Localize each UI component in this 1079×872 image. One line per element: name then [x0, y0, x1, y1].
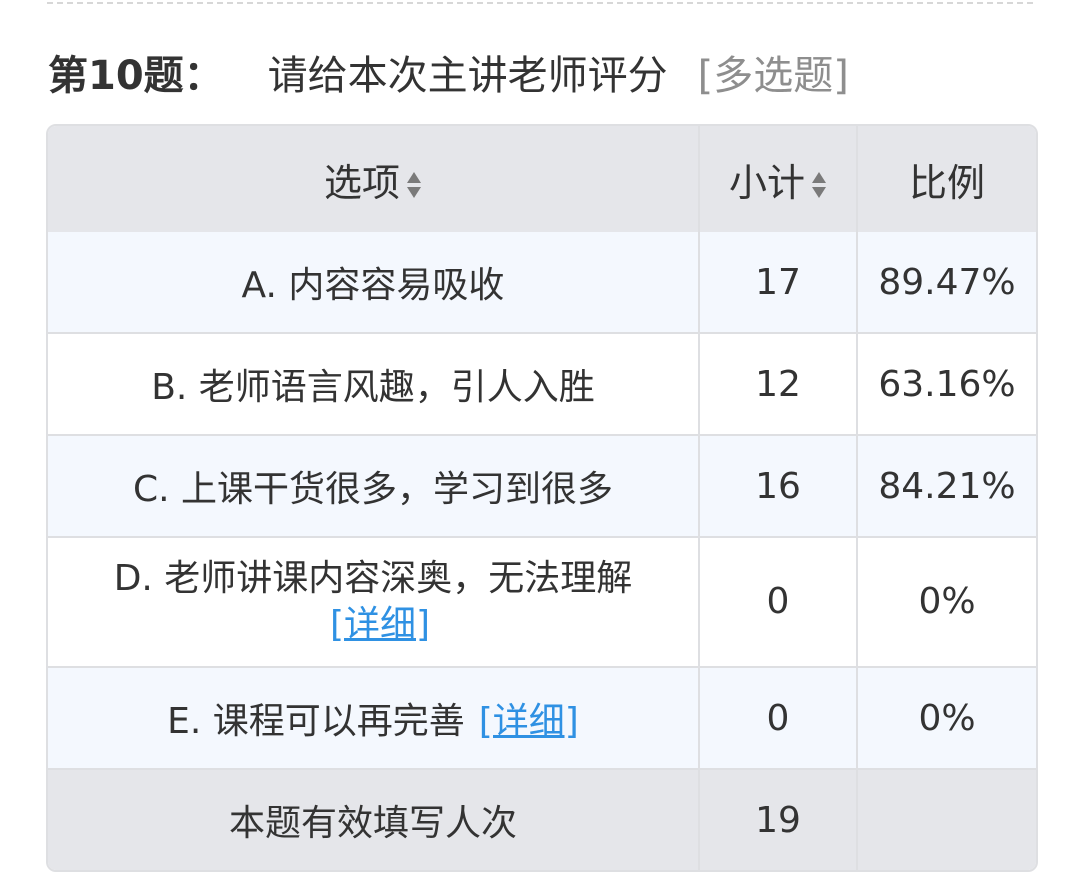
top-divider	[47, 2, 1033, 4]
sort-icon[interactable]	[811, 168, 827, 202]
option-label: E. 课程可以再完善	[167, 701, 465, 742]
question-number: 第10题：	[48, 53, 224, 99]
footer-label: 本题有效填写人次	[48, 770, 700, 870]
table-row: D. 老师讲课内容深奥，无法理解 [详细] 0 0%	[48, 538, 1036, 668]
option-cell: E. 课程可以再完善 [详细]	[48, 668, 700, 770]
option-ratio: 84.21%	[858, 436, 1036, 538]
question-text: 请给本次主讲老师评分	[267, 53, 668, 99]
table-row: A. 内容容易吸收 17 89.47%	[48, 232, 1036, 334]
option-label: B. 老师语言风趣，引人入胜	[48, 334, 700, 436]
option-count: 0	[700, 668, 858, 770]
table-row: B. 老师语言风趣，引人入胜 12 63.16%	[48, 334, 1036, 436]
table-row: E. 课程可以再完善 [详细] 0 0%	[48, 668, 1036, 770]
header-count-label: 小计	[728, 160, 805, 205]
option-ratio: 0%	[858, 538, 1036, 668]
question-title: 第10题： 请给本次主讲老师评分 [多选题]	[48, 44, 849, 100]
option-count: 12	[700, 334, 858, 436]
option-ratio: 63.16%	[858, 334, 1036, 436]
detail-link[interactable]: [详细]	[330, 604, 430, 645]
sort-icon[interactable]	[406, 168, 422, 202]
table-footer-row: 本题有效填写人次 19	[48, 770, 1036, 870]
footer-ratio	[858, 770, 1036, 870]
question-type: [多选题]	[697, 53, 849, 99]
header-option[interactable]: 选项	[48, 126, 700, 232]
option-label: A. 内容容易吸收	[48, 232, 700, 334]
option-count: 17	[700, 232, 858, 334]
option-ratio: 89.47%	[858, 232, 1036, 334]
header-count[interactable]: 小计	[700, 126, 858, 232]
option-count: 0	[700, 538, 858, 668]
option-ratio: 0%	[858, 668, 1036, 770]
results-table: 选项 小计 比例 A. 内容容易吸收 17 89.47% B. 老师语言风趣，引…	[46, 124, 1038, 872]
footer-count: 19	[700, 770, 858, 870]
table-header-row: 选项 小计 比例	[48, 126, 1036, 232]
header-ratio-label: 比例	[908, 160, 985, 205]
option-count: 16	[700, 436, 858, 538]
table-row: C. 上课干货很多，学习到很多 16 84.21%	[48, 436, 1036, 538]
option-label: C. 上课干货很多，学习到很多	[48, 436, 700, 538]
option-label: D. 老师讲课内容深奥，无法理解	[113, 558, 633, 599]
header-ratio: 比例	[858, 126, 1036, 232]
detail-link[interactable]: [详细]	[479, 701, 579, 742]
option-cell: D. 老师讲课内容深奥，无法理解 [详细]	[48, 538, 700, 668]
header-option-label: 选项	[323, 160, 400, 205]
